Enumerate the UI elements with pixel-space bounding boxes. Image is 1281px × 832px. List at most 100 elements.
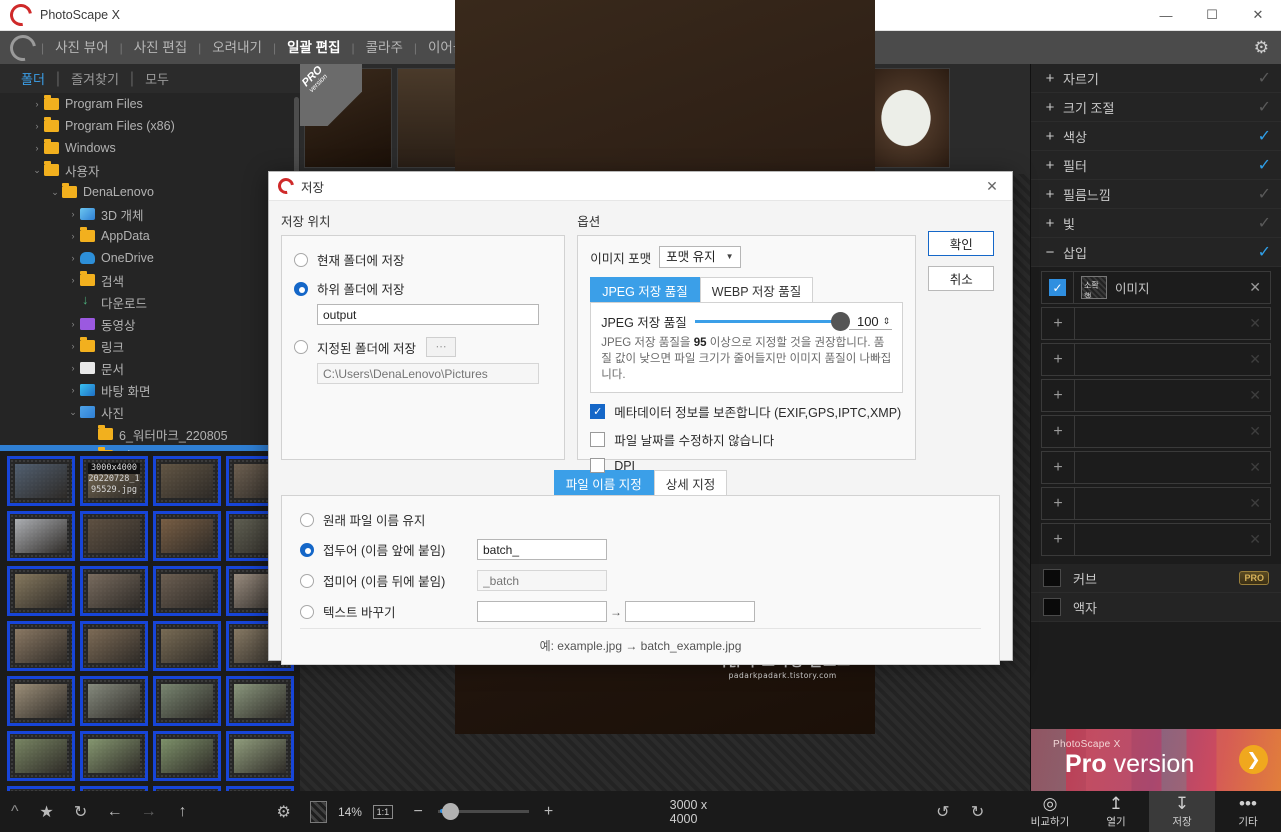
grid-thumbnail[interactable] [7,566,75,616]
forward-icon[interactable]: → [132,803,166,821]
effect-swatch[interactable] [1043,569,1061,587]
insert-layer-0[interactable]: ✓ 소확행 이미지 ✕ [1041,271,1271,304]
tree-expand-icon[interactable]: › [66,363,80,373]
tree-row-10[interactable]: › 동영상 [0,313,300,335]
maximize-button[interactable]: ☐ [1189,0,1235,31]
insert-layer-1[interactable]: + ✕ [1041,307,1271,340]
layer-empty-slot[interactable] [1074,416,1249,447]
layer-empty-slot[interactable] [1074,524,1249,555]
left-tab-0[interactable]: 폴더 [10,69,56,88]
rotate-left-icon[interactable]: ↺ [925,802,960,822]
zoom-out-button[interactable]: − [405,803,431,821]
jpeg-quality-slider[interactable] [694,312,850,331]
section-toggle-icon[interactable]: + [1041,128,1059,145]
radio-prefix[interactable]: 접두어 (이름 앞에 붙임) [300,539,981,560]
checkbox-metadata[interactable]: ✓ 메타데이터 정보를 보존합니다 (EXIF,GPS,IPTC,XMP) [590,402,903,421]
grid-thumbnail[interactable]: 3000x4000 20220728_1 95529.jpg [80,456,148,506]
action-0[interactable]: ◎ 비교하기 [1017,791,1083,832]
jpeg-quality-handle[interactable] [830,312,850,331]
app-logo-icon[interactable] [4,29,42,66]
radio-current-folder[interactable]: 현재 폴더에 저장 [294,250,552,269]
tab-filename-specify[interactable]: 파일 이름 지정 [553,470,654,495]
grid-thumbnail[interactable] [80,731,148,781]
effect-section-5[interactable]: + 빛 ✓ [1031,209,1281,238]
section-check-icon[interactable]: ✓ [1258,242,1271,262]
filmstrip-thumbnail-1[interactable] [304,68,392,168]
insert-layer-7[interactable]: + ✕ [1041,523,1271,556]
grid-thumbnail[interactable] [153,621,221,671]
refresh-icon[interactable]: ↻ [64,802,98,822]
checkbox-dpi[interactable]: DPI [590,458,903,473]
tree-row-11[interactable]: › 링크 [0,335,300,357]
gear-icon[interactable]: ⚙ [1254,38,1269,58]
tree-row-0[interactable]: › Program Files [0,93,300,115]
section-toggle-icon[interactable]: + [1041,70,1059,87]
radio-suffix[interactable]: 접미어 (이름 뒤에 붙임) [300,570,981,591]
section-toggle-icon[interactable]: + [1041,99,1059,116]
tree-expand-icon[interactable]: › [30,143,44,153]
up-icon[interactable]: ↑ [166,803,200,821]
grid-thumbnail[interactable] [153,511,221,561]
effect-section-1[interactable]: + 크기 조절 ✓ [1031,93,1281,122]
tree-expand-icon[interactable]: › [66,231,80,241]
zoom-in-button[interactable]: + [536,803,562,821]
layer-add-icon[interactable]: + [1042,315,1074,333]
effect-row-0[interactable]: 커브 PRO [1031,564,1281,593]
insert-layer-4[interactable]: + ✕ [1041,415,1271,448]
tree-expand-icon[interactable]: › [66,341,80,351]
tree-row-13[interactable]: › 바탕 화면 [0,379,300,401]
browse-folder-button[interactable]: ⋯ [425,337,456,357]
layer-checkbox[interactable]: ✓ [1042,272,1074,303]
checkbox-keep-date[interactable]: 파일 날짜를 수정하지 않습니다 [590,430,903,449]
grid-thumbnail[interactable] [7,731,75,781]
radio-keep-original-name[interactable]: 원래 파일 이름 유지 [300,510,981,529]
replace-to-input[interactable] [625,601,755,622]
suffix-input[interactable] [477,570,607,591]
section-check-icon[interactable]: ✓ [1258,184,1271,204]
tab-jpeg-quality[interactable]: JPEG 저장 품질 [590,277,700,302]
tree-row-15[interactable]: 6_워터마크_220805 [0,423,300,445]
tree-expand-icon[interactable]: ⌄ [48,187,62,198]
image-format-select[interactable]: 포맷 유지 ▼ [659,246,741,268]
tree-expand-icon[interactable]: › [66,253,80,263]
left-tab-1[interactable]: 즐겨찾기 [60,69,130,88]
effect-swatch[interactable] [1043,598,1061,616]
left-tab-2[interactable]: 모두 [134,69,180,88]
effect-section-0[interactable]: + 자르기 ✓ [1031,64,1281,93]
tree-expand-icon[interactable]: › [30,121,44,131]
spinner-arrows-icon[interactable]: ⇕ [883,317,891,326]
insert-layer-2[interactable]: + ✕ [1041,343,1271,376]
zoom-slider-handle[interactable] [442,803,460,820]
grid-thumbnail[interactable] [7,676,75,726]
layer-add-icon[interactable]: + [1042,423,1074,441]
background-pattern-toggle[interactable] [309,800,328,823]
menu-item-2[interactable]: 오려내기 [202,31,272,64]
grid-thumbnail[interactable] [80,566,148,616]
grid-thumbnail[interactable] [80,511,148,561]
tree-row-14[interactable]: ⌄ 사진 [0,401,300,423]
layer-add-icon[interactable]: + [1042,387,1074,405]
layer-empty-slot[interactable] [1074,308,1249,339]
section-check-icon[interactable]: ✓ [1258,155,1271,175]
dialog-close-button[interactable]: ✕ [972,178,1012,195]
grid-thumbnail[interactable] [153,566,221,616]
section-toggle-icon[interactable]: − [1041,244,1059,261]
layer-empty-slot[interactable] [1074,488,1249,519]
tree-row-9[interactable]: 다운로드 [0,291,300,313]
layer-empty-slot[interactable] [1074,380,1249,411]
ok-button[interactable]: 확인 [928,231,995,256]
favorite-icon[interactable]: ★ [30,802,64,822]
menu-item-4[interactable]: 콜라주 [356,31,413,64]
tree-expand-icon[interactable]: › [66,385,80,395]
prefix-input[interactable] [477,539,607,560]
radio-custom-folder[interactable]: 지정된 폴더에 저장 ⋯ [294,337,552,357]
radio-replace-text[interactable]: 텍스트 바꾸기 → [300,601,981,622]
cancel-button[interactable]: 취소 [928,266,995,291]
custom-folder-input[interactable] [317,363,539,384]
thumbnail-grid[interactable]: 3000x4000 20220728_1 95529.jpg [0,451,300,832]
grid-thumbnail[interactable] [7,456,75,506]
grid-thumbnail[interactable] [153,456,221,506]
tree-expand-icon[interactable]: › [66,209,80,219]
effect-row-1[interactable]: 액자 [1031,593,1281,622]
subfolder-input[interactable] [317,304,539,325]
